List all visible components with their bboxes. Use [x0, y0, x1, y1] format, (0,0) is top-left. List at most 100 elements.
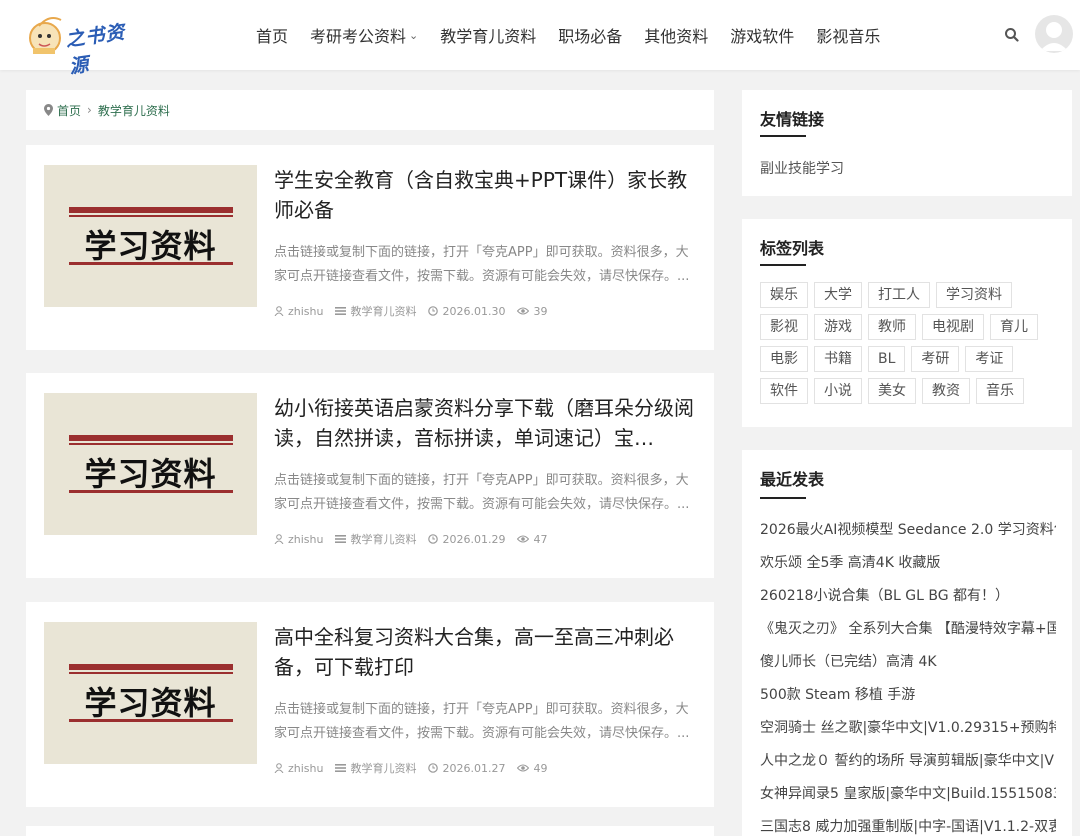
tag-item[interactable]: 教师 — [868, 314, 916, 340]
post-category[interactable]: 教学育儿资料 — [335, 760, 416, 776]
post-date: 2026.01.29 — [428, 533, 505, 546]
nav-item-games[interactable]: 游戏软件 — [730, 23, 794, 47]
search-icon[interactable] — [1003, 26, 1021, 44]
nav-item-home[interactable]: 首页 — [256, 23, 288, 47]
list-icon — [335, 764, 347, 772]
map-pin-icon — [44, 104, 53, 116]
widget-title: 友情链接 — [760, 110, 825, 129]
site-header: 之书资源 首页 考研考公资料 ⌄ 教学育儿资料 职场必备 其他资料 游戏软件 影视… — [0, 0, 1080, 78]
widget-title-underline — [760, 264, 806, 266]
site-logo[interactable]: 之书资源 — [27, 12, 143, 78]
nav-item-other[interactable]: 其他资料 — [644, 23, 708, 47]
post-author[interactable]: zhishu — [274, 762, 323, 775]
eye-icon — [517, 307, 530, 315]
recent-post-link[interactable]: 500款 Steam 移植 手游 — [760, 679, 1056, 712]
widget-title: 最近发表 — [760, 470, 825, 489]
nav-item-kaoyan[interactable]: 考研考公资料 ⌄ — [310, 23, 418, 47]
post-category[interactable]: 教学育儿资料 — [335, 303, 416, 319]
tag-item[interactable]: 教资 — [922, 378, 970, 404]
thumb-decoration — [69, 443, 233, 445]
thumb-decoration — [69, 215, 233, 217]
post-meta: zhishu 教学育儿资料 2026.01.27 49 — [274, 760, 559, 776]
author-name: zhishu — [288, 304, 324, 318]
clock-icon — [428, 534, 439, 544]
post-author[interactable]: zhishu — [274, 305, 323, 318]
tag-item[interactable]: 书籍 — [814, 346, 862, 372]
category-name: 教学育儿资料 — [350, 305, 417, 318]
post-card: 学习资料 高中全科复习资料大合集，高一至高三冲刺必备，可下载打印 点击链接或复制… — [26, 602, 714, 807]
recent-posts-list: 2026最火AI视频模型 Seedance 2.0 学习资料包 欢乐颂 全5季 … — [760, 514, 1056, 836]
nav-item-career[interactable]: 职场必备 — [558, 23, 622, 47]
tag-item[interactable]: 美女 — [868, 378, 916, 404]
nav-item-media[interactable]: 影视音乐 — [816, 23, 880, 47]
thumb-decoration — [69, 672, 233, 674]
avatar[interactable] — [1035, 15, 1073, 53]
views-count: 49 — [533, 761, 548, 775]
post-thumbnail[interactable]: 学习资料 — [44, 393, 257, 535]
recent-post-link[interactable]: 260218小说合集（BL GL BG 都有！） — [760, 580, 1056, 613]
post-title[interactable]: 学生安全教育（含自救宝典+PPT课件）家长教师必备 — [274, 165, 694, 225]
post-views: 39 — [517, 305, 547, 318]
post-excerpt: 点击链接或复制下面的链接，打开「夸克APP」即可获取。资料很多，大家可点开链接查… — [274, 473, 690, 512]
thumb-decoration — [69, 490, 233, 493]
chevron-down-icon: ⌄ — [409, 28, 419, 42]
post-author[interactable]: zhishu — [274, 533, 323, 546]
tag-item[interactable]: 音乐 — [976, 378, 1024, 404]
post-category[interactable]: 教学育儿资料 — [335, 531, 416, 547]
tag-cloud: 娱乐 大学 打工人 学习资料 影视 游戏 教师 电视剧 育儿 电影 书籍 BL … — [760, 282, 1060, 410]
post-thumbnail[interactable]: 学习资料 — [44, 622, 257, 764]
eye-icon — [517, 764, 530, 772]
post-meta: zhishu 教学育儿资料 2026.01.29 47 — [274, 531, 559, 547]
tag-item[interactable]: 软件 — [760, 378, 808, 404]
recent-post-link[interactable]: 欢乐颂 全5季 高清4K 收藏版 — [760, 547, 1056, 580]
nav-label: 考研考公资料 — [310, 27, 407, 46]
widget-title-underline — [760, 497, 806, 499]
post-title[interactable]: 高中全科复习资料大合集，高一至高三冲刺必备，可下载打印 — [274, 622, 694, 682]
main-nav: 首页 考研考公资料 ⌄ 教学育儿资料 职场必备 其他资料 游戏软件 影视音乐 — [256, 0, 902, 70]
tag-item[interactable]: 电视剧 — [922, 314, 984, 340]
tag-list-widget: 标签列表 娱乐 大学 打工人 学习资料 影视 游戏 教师 电视剧 育儿 电影 书… — [742, 219, 1072, 427]
friend-link[interactable]: 副业技能学习 — [760, 158, 844, 178]
list-icon — [335, 307, 347, 315]
tag-item[interactable]: 电影 — [760, 346, 808, 372]
recent-post-link[interactable]: 三国志8 威力加强重制版|中字-国语|V1.1.2-双衷 — [760, 811, 1056, 836]
friend-links-widget: 友情链接 副业技能学习 — [742, 90, 1072, 196]
widget-title: 标签列表 — [760, 239, 825, 258]
recent-post-link[interactable]: 人中之龙０ 誓约的场所 导演剪辑版|豪华中文|V — [760, 745, 1056, 778]
thumb-decoration — [69, 664, 233, 670]
tag-item[interactable]: 打工人 — [868, 282, 930, 308]
nav-label: 首页 — [256, 27, 289, 46]
tag-item[interactable]: 考研 — [911, 346, 960, 372]
tag-item[interactable]: 育儿 — [990, 314, 1038, 340]
recent-posts-widget: 最近发表 2026最火AI视频模型 Seedance 2.0 学习资料包 欢乐颂… — [742, 450, 1072, 836]
tag-item[interactable]: BL — [868, 346, 906, 372]
clock-icon — [428, 306, 439, 316]
nav-item-teaching[interactable]: 教学育儿资料 — [440, 23, 536, 47]
views-count: 39 — [533, 304, 548, 318]
list-icon — [335, 535, 347, 543]
tag-item[interactable]: 影视 — [760, 314, 808, 340]
tag-item[interactable]: 娱乐 — [760, 282, 808, 308]
post-thumbnail[interactable]: 学习资料 — [44, 165, 257, 307]
tag-item[interactable]: 小说 — [814, 378, 862, 404]
author-name: zhishu — [288, 761, 324, 775]
recent-post-link[interactable]: 女神异闻录5 皇家版|豪华中文|Build.15515083- — [760, 778, 1056, 811]
tag-item[interactable]: 学习资料 — [936, 282, 1012, 308]
recent-post-link[interactable]: 傻儿师长（已完结）高清 4K — [760, 646, 1056, 679]
post-title[interactable]: 幼小衔接英语启蒙资料分享下载（磨耳朵分级阅读，自然拼读，音标拼读，单词速记）宝… — [274, 393, 694, 453]
tag-item[interactable]: 大学 — [814, 282, 862, 308]
post-card — [26, 826, 714, 836]
user-icon — [274, 763, 284, 773]
recent-post-link[interactable]: 空洞骑士 丝之歌|豪华中文|V1.0.29315+预购特 — [760, 712, 1056, 745]
breadcrumb-home[interactable]: 首页 — [57, 102, 81, 119]
tag-item[interactable]: 考证 — [965, 346, 1014, 372]
recent-post-link[interactable]: 2026最火AI视频模型 Seedance 2.0 学习资料包 — [760, 514, 1056, 547]
thumb-decoration — [69, 719, 233, 722]
thumb-text: 学习资料 — [84, 227, 217, 265]
breadcrumb-current[interactable]: 教学育儿资料 — [98, 102, 170, 119]
date-value: 2026.01.30 — [442, 304, 506, 318]
category-name: 教学育儿资料 — [350, 762, 417, 775]
logo-mascot-icon — [29, 17, 62, 54]
recent-post-link[interactable]: 《鬼灭之刃》 全系列大合集 【酷漫特效字幕+国 — [760, 613, 1056, 646]
tag-item[interactable]: 游戏 — [814, 314, 862, 340]
